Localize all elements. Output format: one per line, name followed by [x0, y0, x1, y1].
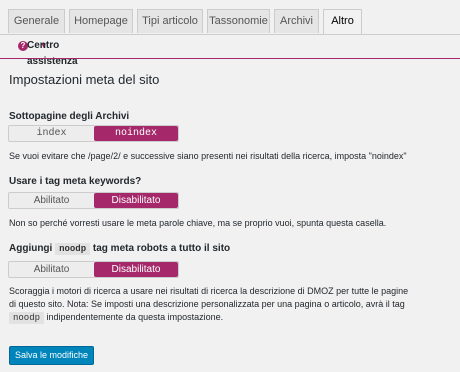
- noodp-code: noodp: [55, 243, 91, 255]
- tab-tassonomie[interactable]: Tassonomie: [207, 9, 270, 33]
- noodp-option-disabled[interactable]: Disabilitato: [94, 262, 178, 277]
- noodp-label-after: tag meta robots a tutto il sito: [92, 243, 231, 254]
- tab-altro[interactable]: Altro: [323, 9, 362, 34]
- noodp-description-line1: Scoraggia i motori di ricerca a usare ne…: [9, 286, 409, 296]
- accent-divider: [0, 58, 460, 59]
- subpages-toggle[interactable]: index noindex: [8, 125, 179, 142]
- help-center-toggle[interactable]: ? Centro assistenza ▼: [18, 38, 78, 67]
- noodp-label: Aggiungi noodp tag meta robots a tutto i…: [9, 243, 231, 255]
- subpages-option-index[interactable]: index: [9, 126, 94, 141]
- tab-generale[interactable]: Generale: [8, 9, 65, 33]
- noodp-description: Scoraggia i motori di ricerca a usare ne…: [9, 285, 408, 325]
- settings-tabs: Generale Homepage Tipi articolo Tassonom…: [0, 0, 460, 35]
- noodp-option-enabled[interactable]: Abilitato: [9, 262, 94, 277]
- subpages-description: Se vuoi evitare che /page/2/ e successiv…: [9, 151, 407, 161]
- noodp-toggle[interactable]: Abilitato Disabilitato: [8, 261, 179, 278]
- keywords-option-disabled[interactable]: Disabilitato: [94, 193, 178, 208]
- noodp-description-line2: di questo sito. Nota: Se imposti una des…: [9, 299, 405, 309]
- noodp-inline-code: noodp: [9, 312, 45, 324]
- save-button[interactable]: Salva le modifiche: [9, 346, 94, 365]
- noodp-description-line3: noodp indipendentemente da questa impost…: [9, 311, 408, 325]
- section-title: Impostazioni meta del sito: [9, 72, 160, 87]
- tab-homepage[interactable]: Homepage: [69, 9, 133, 33]
- tab-tipi-articolo[interactable]: Tipi articolo: [137, 9, 203, 33]
- noodp-label-before: Aggiungi: [9, 243, 53, 254]
- keywords-label: Usare i tag meta keywords?: [9, 176, 142, 187]
- keywords-description: Non so perché vorresti usare le meta par…: [9, 218, 387, 228]
- noodp-description-line3-text: indipendentemente da questa impostazione…: [46, 312, 224, 322]
- keywords-option-enabled[interactable]: Abilitato: [9, 193, 94, 208]
- tab-archivi[interactable]: Archivi: [274, 9, 319, 33]
- help-center-label: Centro assistenza: [27, 40, 78, 67]
- subpages-option-noindex[interactable]: noindex: [94, 126, 178, 141]
- subpages-label: Sottopagine degli Archivi: [9, 111, 130, 122]
- keywords-toggle[interactable]: Abilitato Disabilitato: [8, 192, 179, 209]
